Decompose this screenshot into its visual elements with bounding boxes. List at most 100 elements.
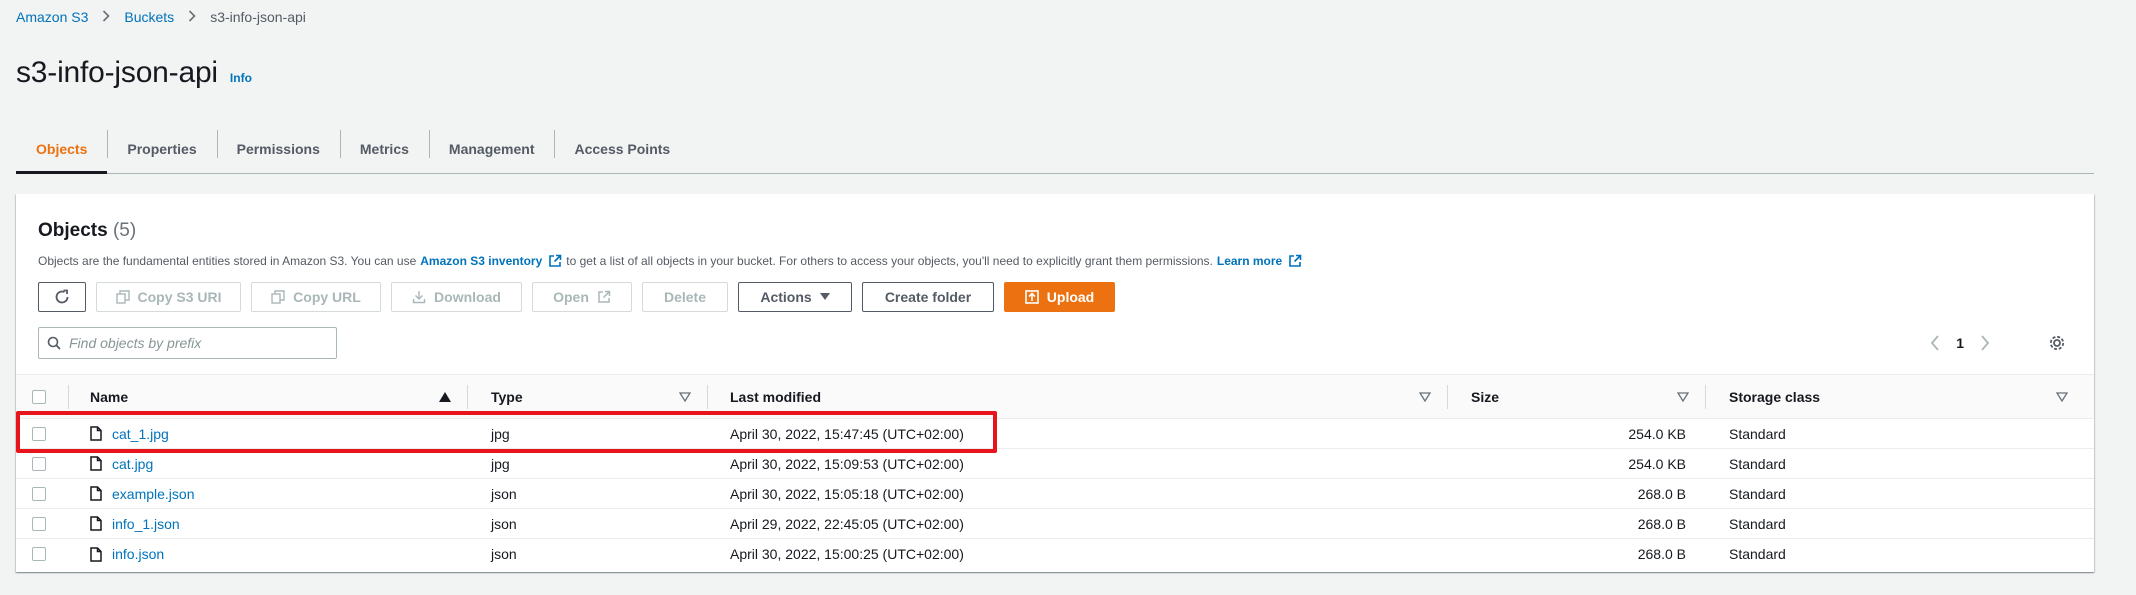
download-icon xyxy=(412,291,426,304)
select-all-checkbox[interactable] xyxy=(32,389,46,404)
page-header: s3-info-json-api Info xyxy=(16,56,252,90)
column-storage-class-label: Storage class xyxy=(1729,388,1821,405)
external-link-icon xyxy=(598,290,611,303)
tab-access-points[interactable]: Access Points xyxy=(554,124,690,173)
objects-description: Objects are the fundamental entities sto… xyxy=(38,254,1306,268)
objects-panel-title: Objects (5) xyxy=(38,220,136,242)
description-text: Objects are the fundamental entities sto… xyxy=(38,254,417,268)
copy-s3-uri-button[interactable]: Copy S3 URI xyxy=(96,282,241,312)
object-size: 254.0 KB xyxy=(1628,425,1686,442)
table-header: Name Type Last modified Size Storage cla… xyxy=(16,374,2094,419)
chevron-right-icon[interactable] xyxy=(1980,335,1990,351)
object-name-link[interactable]: cat_1.jpg xyxy=(112,426,169,442)
object-storage-class: Standard xyxy=(1729,425,1786,442)
column-divider xyxy=(1447,385,1448,409)
inventory-link[interactable]: Amazon S3 inventory xyxy=(420,254,542,268)
object-storage-class: Standard xyxy=(1729,485,1786,502)
refresh-button[interactable] xyxy=(38,282,86,312)
column-header-size[interactable]: Size xyxy=(1471,375,1499,418)
tab-management[interactable]: Management xyxy=(428,124,555,173)
breadcrumb-amazon-s3[interactable]: Amazon S3 xyxy=(16,9,88,25)
select-all-cell xyxy=(32,375,46,418)
tab-properties[interactable]: Properties xyxy=(107,124,216,173)
search-box xyxy=(38,327,337,359)
objects-table: Name Type Last modified Size Storage cla… xyxy=(16,374,2094,569)
upload-button[interactable]: Upload xyxy=(1004,282,1115,312)
file-icon xyxy=(90,456,102,471)
caret-down-icon xyxy=(819,293,830,300)
column-size-label: Size xyxy=(1471,388,1500,405)
sort-icon[interactable] xyxy=(2056,392,2068,402)
object-name-link[interactable]: info_1.json xyxy=(112,516,180,532)
download-label: Download xyxy=(434,289,501,305)
current-page[interactable]: 1 xyxy=(1956,335,1964,351)
breadcrumb-buckets[interactable]: Buckets xyxy=(124,9,174,25)
delete-label: Delete xyxy=(663,289,707,305)
copy-url-button[interactable]: Copy URL xyxy=(251,282,381,312)
column-header-last-modified[interactable]: Last modified xyxy=(730,375,821,418)
file-icon xyxy=(90,516,102,531)
sort-icon[interactable] xyxy=(1419,392,1431,402)
object-size: 254.0 KB xyxy=(1628,455,1686,472)
object-name-link[interactable]: example.json xyxy=(112,486,195,502)
tab-permissions[interactable]: Permissions xyxy=(216,124,340,173)
row-checkbox[interactable] xyxy=(32,486,46,501)
object-storage-class: Standard xyxy=(1729,455,1786,472)
row-checkbox[interactable] xyxy=(32,426,46,441)
chevron-right-icon xyxy=(188,9,196,25)
file-icon xyxy=(90,546,102,562)
create-folder-button[interactable]: Create folder xyxy=(862,282,994,312)
object-size: 268.0 B xyxy=(1637,515,1686,532)
actions-dropdown[interactable]: Actions xyxy=(738,282,852,312)
object-last-modified: April 30, 2022, 15:09:53 (UTC+02:00) xyxy=(730,455,964,472)
object-last-modified: April 30, 2022, 15:05:18 (UTC+02:00) xyxy=(730,485,964,502)
object-type: jpg xyxy=(491,455,510,472)
search-input[interactable] xyxy=(69,335,319,351)
object-name-link[interactable]: cat.jpg xyxy=(112,456,153,472)
object-last-modified: April 29, 2022, 22:45:05 (UTC+02:00) xyxy=(730,515,964,532)
learn-more-link[interactable]: Learn more xyxy=(1217,254,1282,268)
sort-icon[interactable] xyxy=(679,392,691,402)
external-link-icon xyxy=(549,254,562,267)
table-row: example.json json April 30, 2022, 15:05:… xyxy=(16,479,2094,509)
external-link-icon xyxy=(1289,254,1302,267)
tab-objects[interactable]: Objects xyxy=(16,124,108,174)
column-divider xyxy=(1705,385,1706,409)
table-body: cat_1.jpg jpg April 30, 2022, 15:47:45 (… xyxy=(16,419,2094,569)
row-checkbox[interactable] xyxy=(32,516,46,531)
objects-count: (5) xyxy=(112,220,137,241)
upload-label: Upload xyxy=(1046,289,1095,305)
open-button[interactable]: Open xyxy=(532,282,632,312)
column-header-type[interactable]: Type xyxy=(491,375,523,418)
tab-metrics[interactable]: Metrics xyxy=(339,124,429,173)
breadcrumb-current: s3-info-json-api xyxy=(210,9,306,25)
column-header-storage-class[interactable]: Storage class xyxy=(1729,375,1820,418)
row-checkbox[interactable] xyxy=(32,456,46,471)
create-folder-label: Create folder xyxy=(884,289,972,305)
download-button[interactable]: Download xyxy=(391,282,522,312)
column-last-modified-label: Last modified xyxy=(730,388,822,405)
pagination: 1 xyxy=(1930,326,1990,360)
delete-button[interactable]: Delete xyxy=(642,282,728,312)
object-storage-class: Standard xyxy=(1729,515,1786,532)
object-type: json xyxy=(491,485,517,502)
object-name-link[interactable]: info.json xyxy=(112,546,164,562)
object-size: 268.0 B xyxy=(1637,546,1686,562)
sort-ascending-icon[interactable] xyxy=(439,392,451,402)
file-icon xyxy=(90,426,102,441)
table-preferences-button[interactable] xyxy=(2040,326,2074,360)
column-divider xyxy=(467,385,468,409)
chevron-left-icon[interactable] xyxy=(1930,335,1940,351)
chevron-right-icon xyxy=(102,9,111,25)
column-header-name[interactable]: Name xyxy=(90,375,350,418)
column-divider xyxy=(68,385,69,409)
column-type-label: Type xyxy=(491,388,523,405)
sort-icon[interactable] xyxy=(1677,392,1689,402)
copy-icon xyxy=(271,290,285,304)
objects-panel: Objects (5) Objects are the fundamental … xyxy=(16,194,2094,572)
objects-toolbar: Copy S3 URI Copy URL Download Open Delet… xyxy=(38,282,1115,312)
row-checkbox[interactable] xyxy=(32,547,46,561)
table-row: info.json json April 30, 2022, 15:00:25 … xyxy=(16,539,2094,569)
upload-icon xyxy=(1024,290,1039,304)
info-link[interactable]: Info xyxy=(230,71,252,85)
